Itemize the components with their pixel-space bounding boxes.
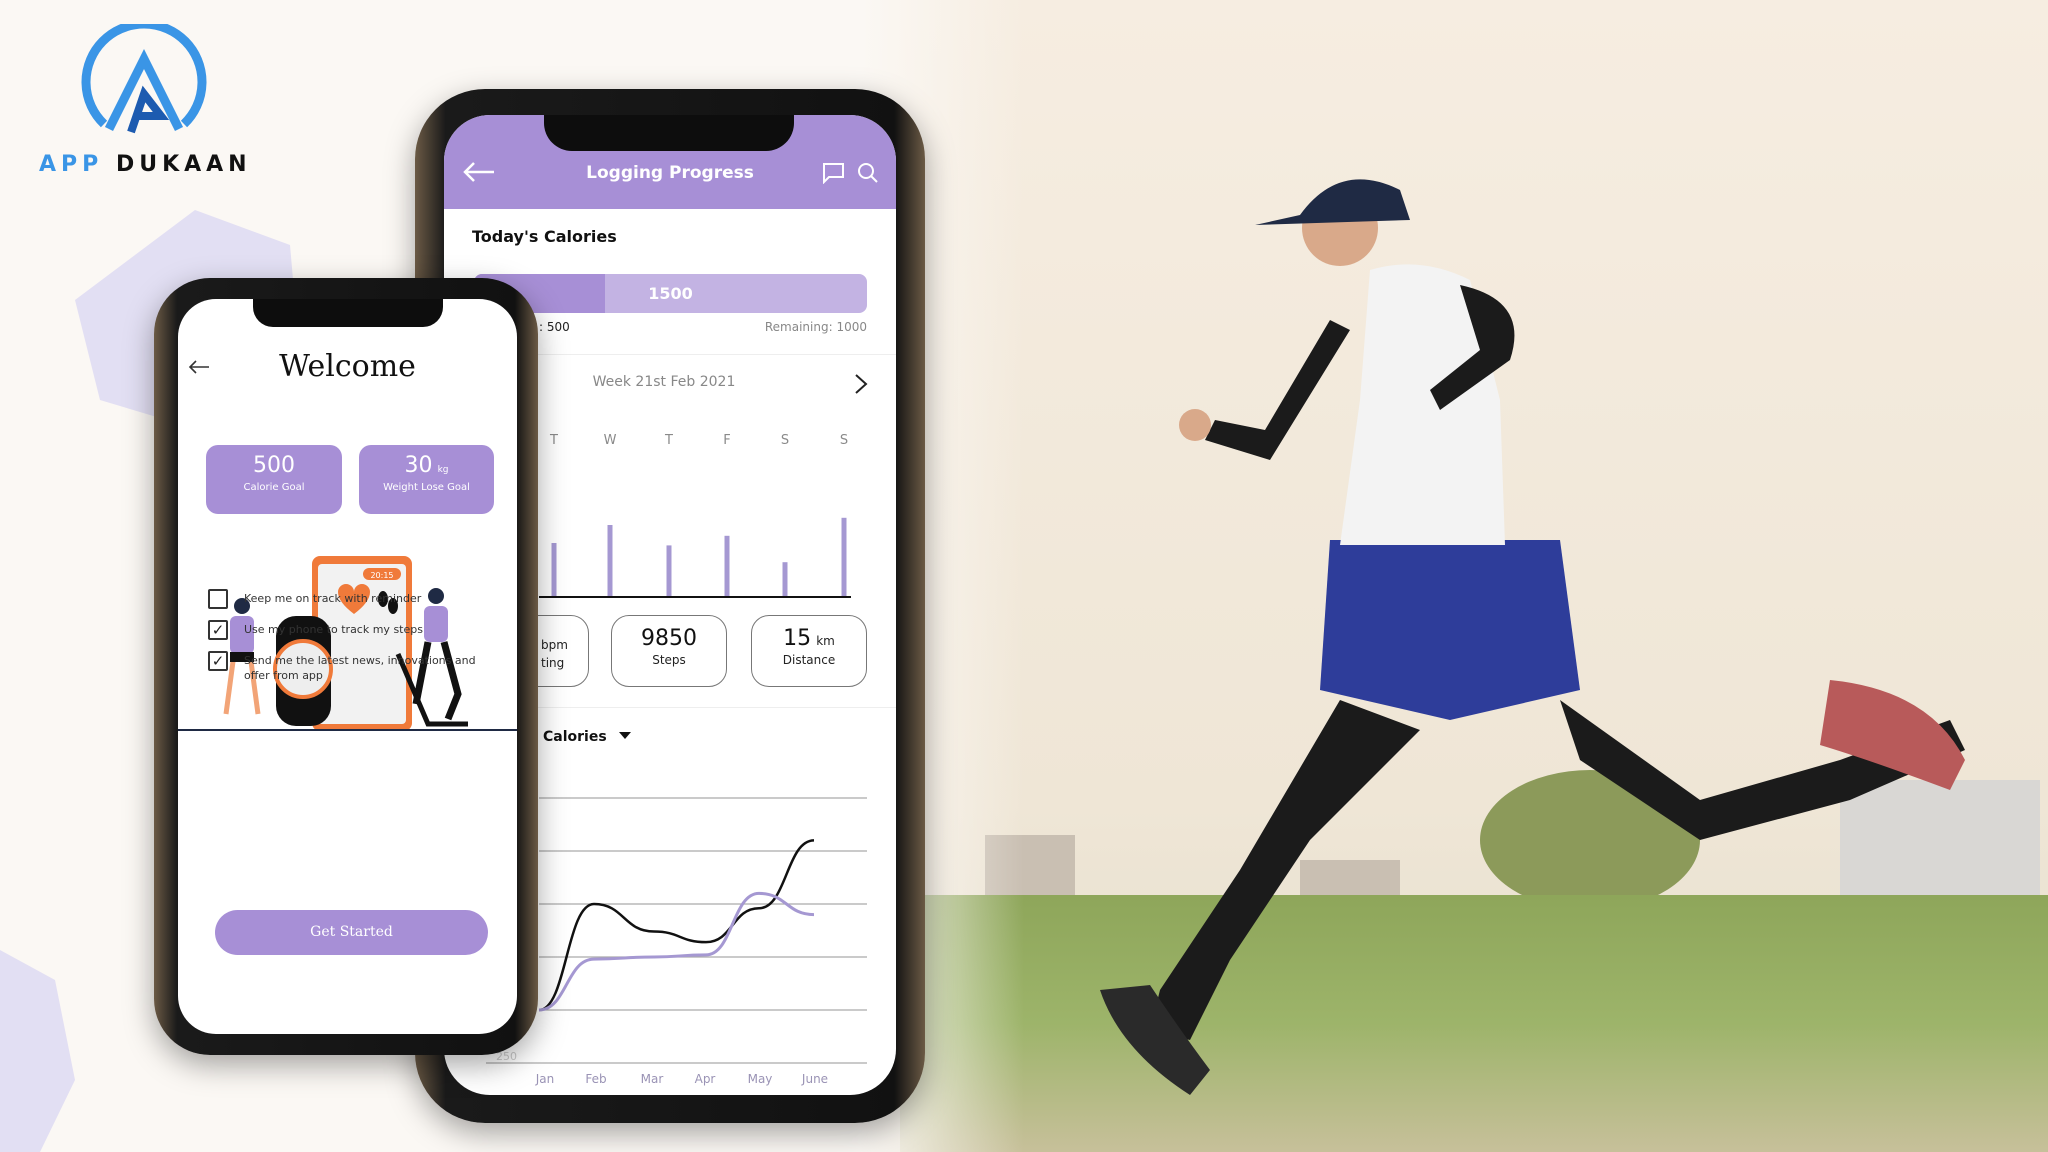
month-label: June <box>801 1072 828 1086</box>
notch <box>253 299 443 327</box>
series-line-1 <box>538 839 815 1012</box>
goal-value: 500 <box>253 453 295 478</box>
welcome-title: Welcome <box>279 349 416 384</box>
app-dukaan-logo: APP DUKAAN <box>39 24 249 179</box>
goal-value: 30 <box>404 453 433 478</box>
brand-name-dukaan: DUKAAN <box>115 152 252 177</box>
series-line-2 <box>538 891 815 1012</box>
fitness-illustration: 20:15 <box>178 556 517 731</box>
option-label: Use my phone to track my steps <box>244 623 423 636</box>
brand-name-app: APP <box>39 152 104 177</box>
goal-label: Calorie Goal <box>243 482 305 493</box>
calorie-goal-card[interactable]: 500 Calorie Goal <box>206 445 342 514</box>
goal-label: Weight Lose Goal <box>383 482 470 493</box>
goal-unit: kg <box>437 465 449 475</box>
month-label: Apr <box>695 1072 716 1086</box>
month-label: Feb <box>585 1072 606 1086</box>
clock-text: 20:15 <box>370 571 393 580</box>
month-label: Jan <box>535 1072 555 1086</box>
month-label: May <box>748 1072 773 1086</box>
option-label: Keep me on track with reminder <box>244 592 422 605</box>
option-checkbox[interactable] <box>208 589 228 609</box>
option-label: Send me the latest news, innovations and… <box>244 654 476 682</box>
option-checkbox[interactable]: ✓ <box>208 651 228 671</box>
option-checkbox[interactable]: ✓ <box>208 620 228 640</box>
get-started-button[interactable]: Get Started <box>215 910 488 955</box>
weight-goal-card[interactable]: 30 kg Weight Lose Goal <box>359 445 494 514</box>
logo-mark-icon <box>81 24 207 134</box>
welcome-screen: Welcome 500 Calorie Goal 30 kg Weight Lo… <box>178 299 517 1034</box>
month-label: Mar <box>641 1072 664 1086</box>
